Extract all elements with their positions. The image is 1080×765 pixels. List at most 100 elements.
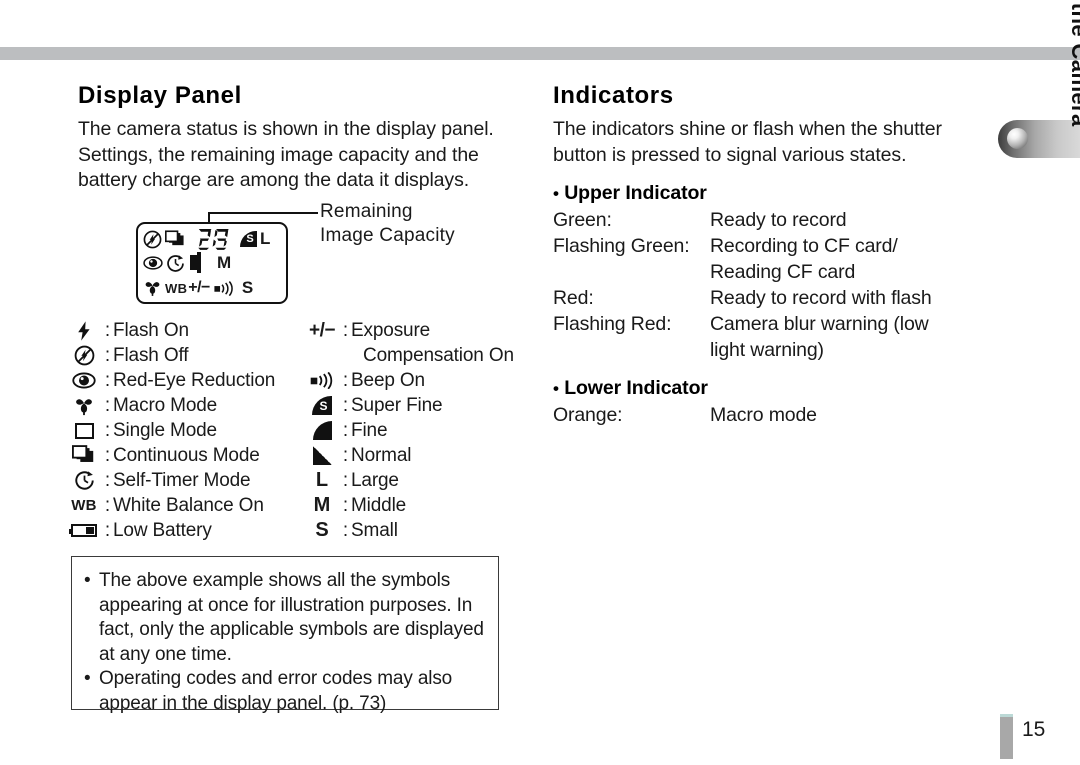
legend-item-continuous-mode: : Continuous Mode [66, 443, 306, 468]
legend-label: Flash Off [113, 344, 189, 366]
bullet-icon: • [553, 379, 559, 398]
lcd-panel-outline: S L M WB +/− S [136, 222, 288, 304]
page-number-marker [1000, 714, 1013, 759]
indicator-row: Red: Ready to record with flash [553, 285, 991, 311]
indicator-state-label: Flashing Red: [553, 313, 672, 335]
self-timer-icon [66, 470, 102, 491]
indicator-meaning: Ready to record with flash [710, 287, 932, 309]
continuous-mode-icon [165, 229, 186, 249]
super-fine-quality-icon: S [240, 231, 257, 247]
indicator-meaning-continuation: light warning) [710, 339, 824, 361]
low-battery-icon [190, 252, 201, 273]
legend-item-self-timer: : Self-Timer Mode [66, 468, 306, 493]
size-middle-icon: M [313, 494, 331, 516]
legend-label: Small [351, 519, 398, 541]
low-battery-icon [66, 524, 102, 537]
page-title-display-panel: Display Panel [78, 82, 242, 109]
legend-label: White Balance On [113, 494, 264, 516]
legend-item-size-large: L : Large [304, 468, 526, 493]
subheading-upper-indicator: • Upper Indicator [553, 182, 991, 205]
size-middle-icon: M [217, 253, 232, 272]
legend-label: Middle [351, 494, 407, 516]
note-text: Operating codes and error codes may also… [99, 668, 453, 714]
legend-label: Fine [351, 419, 388, 441]
legend-item-flash-off: : Flash Off [66, 343, 306, 368]
flash-off-icon [143, 230, 162, 249]
white-balance-icon: WB [71, 497, 97, 514]
exposure-compensation-icon: +/− [309, 319, 335, 341]
indicator-state-label: Green: [553, 209, 612, 231]
bullet-icon: • [84, 570, 91, 591]
legend-item-single-mode: : Single Mode [66, 418, 306, 443]
legend-label: Super Fine [351, 394, 443, 416]
note-item: • Operating codes and error codes may al… [84, 667, 484, 716]
subheading-lower-indicator: • Lower Indicator [553, 377, 991, 400]
indicator-meaning-continuation: Reading CF card [710, 261, 856, 283]
legend-column-left: : Flash On : Flash Off : Red-Eye Reducti… [66, 318, 306, 543]
bullet-icon: • [553, 184, 559, 203]
exposure-compensation-icon: +/− [188, 279, 210, 296]
legend-label: Flash On [113, 319, 189, 341]
header-rule [0, 47, 1080, 60]
legend-item-fine: : Fine [304, 418, 526, 443]
page-title-indicators: Indicators [553, 82, 674, 109]
beep-on-icon [304, 372, 340, 389]
legend-label: Single Mode [113, 419, 217, 441]
beep-on-icon [214, 280, 235, 296]
lcd-diagram: Remaining Image Capacity S L M WB +/− S [130, 200, 460, 310]
indicators-section: Indicators The indicators shine or flash… [553, 82, 991, 428]
note-text: The above example shows all the symbols … [99, 570, 484, 665]
legend-item-macro: : Macro Mode [66, 393, 306, 418]
legend-label: Low Battery [113, 519, 212, 541]
macro-mode-icon [143, 279, 162, 297]
legend-item-super-fine: S : Super Fine [304, 393, 526, 418]
note-item: • The above example shows all the symbol… [84, 569, 484, 667]
indicator-state-label: Red: [553, 287, 594, 309]
indicator-state-label: Flashing Green: [553, 235, 690, 257]
legend-label: Beep On [351, 369, 425, 391]
white-balance-icon: WB [165, 280, 188, 296]
chapter-tab-label: Preparing the Camera [1067, 0, 1080, 127]
indicator-row: Green: Ready to record [553, 207, 991, 233]
legend-label: Macro Mode [113, 394, 218, 416]
indicators-intro-text: The indicators shine or flash when the s… [553, 118, 942, 166]
indicator-meaning: Camera blur warning (low [710, 313, 929, 335]
indicator-meaning: Macro mode [710, 404, 817, 426]
size-large-icon: L [315, 469, 329, 491]
indicator-row: Orange: Macro mode [553, 402, 991, 428]
red-eye-reduction-icon [143, 255, 163, 271]
legend-label: Large [351, 469, 399, 491]
lcd-remaining-digits [197, 227, 237, 251]
legend-label: Exposure [351, 319, 431, 341]
note-box: • The above example shows all the symbol… [71, 556, 499, 714]
callout-label-remaining-capacity: Remaining Image Capacity [320, 201, 455, 246]
legend-item-flash-on: : Flash On [66, 318, 306, 343]
indicator-row: Flashing Green: Recording to CF card/ [553, 233, 991, 259]
flash-off-icon [66, 345, 102, 366]
indicator-meaning: Ready to record [710, 209, 847, 231]
legend-item-size-small: S : Small [304, 518, 526, 543]
size-small-icon: S [241, 278, 254, 297]
legend-item-normal: : Normal [304, 443, 526, 468]
indicator-meaning: Recording to CF card/ [710, 235, 898, 257]
indicator-state-label: Orange: [553, 404, 623, 426]
legend-label: Self-Timer Mode [113, 469, 251, 491]
legend-label-continuation: Compensation On [363, 345, 514, 366]
super-fine-quality-icon: S [304, 396, 340, 415]
self-timer-icon [166, 254, 185, 273]
display-panel-section: Display Panel The camera status is shown… [78, 82, 510, 194]
indicator-row: Flashing Red: Camera blur warning (low [553, 311, 991, 337]
subheading-text: Lower Indicator [564, 377, 708, 399]
legend-column-right: +/− : Exposure Compensation On : Beep On… [304, 318, 526, 543]
legend-label: Red-Eye Reduction [113, 369, 276, 391]
flash-on-icon [66, 320, 102, 341]
size-small-icon: S [315, 519, 329, 541]
size-large-icon: L [260, 229, 271, 248]
display-panel-intro-text: The camera status is shown in the displa… [78, 118, 494, 191]
legend-item-size-middle: M : Middle [304, 493, 526, 518]
legend-item-white-balance: WB : White Balance On [66, 493, 306, 518]
bullet-icon: • [84, 668, 91, 689]
page-number: 15 [1022, 718, 1046, 741]
legend-item-low-battery: : Low Battery [66, 518, 306, 543]
chapter-tab-dot-icon [1007, 128, 1028, 149]
